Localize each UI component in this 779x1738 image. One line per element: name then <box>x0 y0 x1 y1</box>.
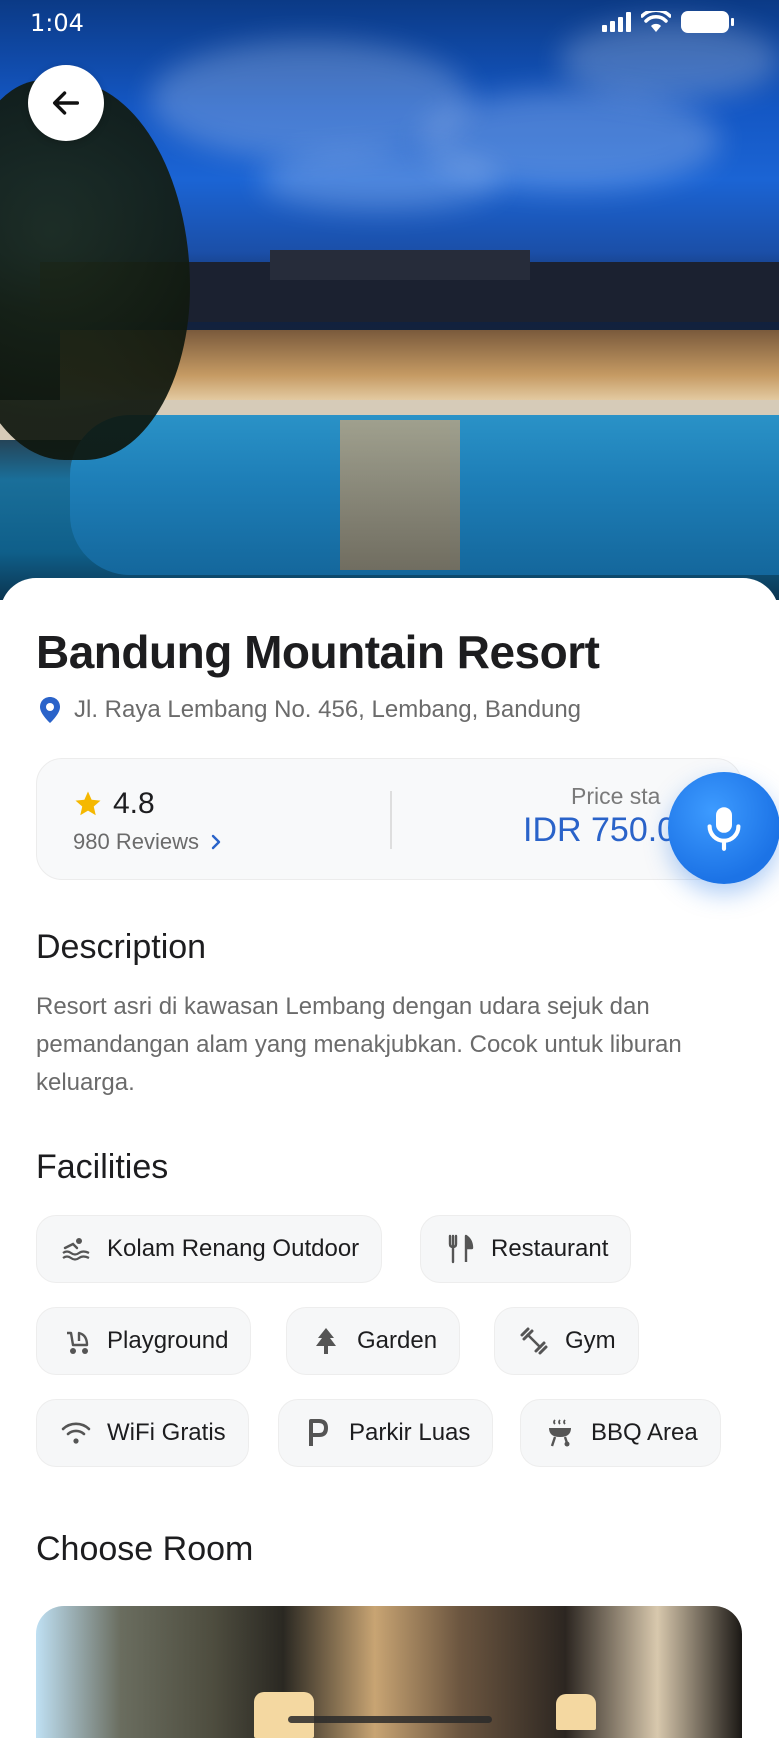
choose-room-heading: Choose Room <box>36 1530 254 1568</box>
description-text: Resort asri di kawasan Lembang dengan ud… <box>36 993 682 1096</box>
reviews-link[interactable]: 980 Reviews <box>73 829 223 855</box>
facility-chip-garden[interactable]: Garden <box>286 1307 461 1375</box>
pool-icon <box>61 1234 91 1264</box>
facility-chip-playground[interactable]: Playground <box>36 1307 252 1375</box>
cellular-signal-icon <box>602 12 631 32</box>
parking-icon <box>303 1418 333 1448</box>
wifi-status-icon <box>641 11 671 32</box>
facility-label: Gym <box>565 1327 616 1354</box>
rating-price-card: 4.8 980 Reviews Price sta IDR 750.0 <box>36 758 742 880</box>
facility-label: Restaurant <box>491 1235 609 1262</box>
facility-chip-bbq[interactable]: BBQ Area <box>520 1399 721 1467</box>
facility-chip-gym[interactable]: Gym <box>494 1307 639 1375</box>
star-icon <box>75 791 101 816</box>
address-text: Jl. Raya Lembang No. 456, Lembang, Bandu… <box>74 696 582 723</box>
facility-label: Parkir Luas <box>349 1419 471 1446</box>
rating-value: 4.8 <box>113 787 155 820</box>
status-time: 1:04 <box>30 9 84 37</box>
microphone-icon <box>707 807 741 851</box>
description-heading: Description <box>36 928 207 966</box>
wifi-icon <box>61 1418 91 1448</box>
location-pin-icon <box>40 697 60 723</box>
hotel-name: Bandung Mountain Resort <box>36 626 600 678</box>
price-label: Price sta <box>571 783 661 809</box>
facility-chip-pool[interactable]: Kolam Renang Outdoor <box>36 1215 383 1283</box>
facilities-heading: Facilities <box>36 1148 169 1186</box>
tree-icon <box>311 1326 341 1356</box>
price-value: IDR 750.0 <box>523 811 677 849</box>
stroller-icon <box>61 1326 91 1356</box>
facility-chip-parking[interactable]: Parkir Luas <box>278 1399 494 1467</box>
hotel-address: Jl. Raya Lembang No. 456, Lembang, Bandu… <box>38 696 581 724</box>
back-button[interactable] <box>28 65 104 141</box>
facility-label: Playground <box>107 1327 229 1354</box>
chevron-right-icon <box>211 834 221 850</box>
home-indicator[interactable] <box>288 1716 492 1723</box>
restaurant-icon <box>445 1234 475 1264</box>
reviews-count: 980 Reviews <box>73 829 199 854</box>
facility-chip-restaurant[interactable]: Restaurant <box>420 1215 632 1283</box>
dumbbell-icon <box>519 1326 549 1356</box>
card-divider <box>390 791 392 849</box>
facility-label: BBQ Area <box>591 1419 698 1446</box>
hero-image <box>0 0 779 600</box>
facility-chip-wifi[interactable]: WiFi Gratis <box>36 1399 249 1467</box>
battery-icon <box>681 11 734 33</box>
voice-assistant-button[interactable] <box>668 772 779 884</box>
arrow-left-icon <box>52 91 80 115</box>
status-bar: 1:04 <box>0 0 779 44</box>
facility-label: WiFi Gratis <box>107 1419 226 1446</box>
facility-label: Kolam Renang Outdoor <box>107 1235 360 1262</box>
grill-icon <box>545 1418 575 1448</box>
facility-label: Garden <box>357 1327 438 1354</box>
